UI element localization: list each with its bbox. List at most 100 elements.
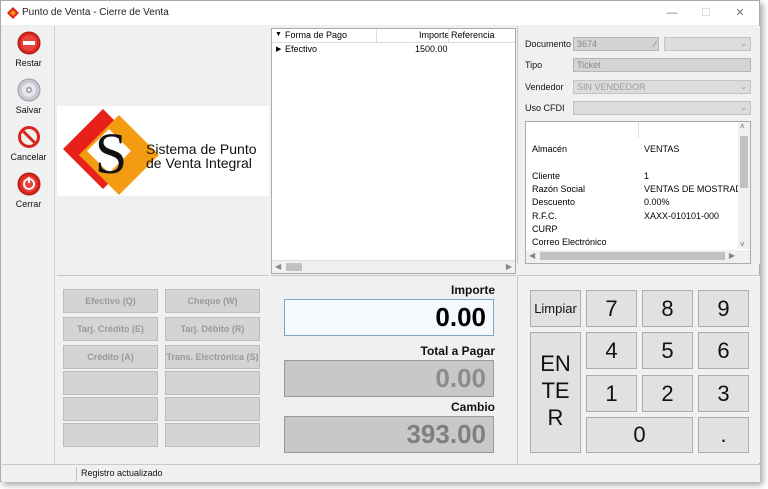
app-window: Punto de Venta - Cierre de Venta — ☐ ✕ R… [0, 0, 760, 482]
window-title: Punto de Venta - Cierre de Venta [22, 7, 169, 18]
rfc-value: XAXX-010101-000 [644, 211, 720, 221]
rfc-label: R.F.C. [532, 211, 558, 221]
column-divider [638, 122, 639, 138]
correo-label: Correo Electrónico [532, 237, 607, 247]
table-row[interactable]: ▶ Efectivo 1500.00 [272, 43, 515, 56]
importe-input[interactable]: 0.00 [284, 299, 494, 336]
no-sign-icon [17, 126, 40, 148]
vertical-scrollbar[interactable]: ˄ ˅ [738, 122, 750, 249]
app-logo-icon [7, 7, 19, 19]
title-bar: Punto de Venta - Cierre de Venta — ☐ ✕ [1, 1, 759, 25]
logo-line-2: de Venta Integral [146, 155, 252, 171]
sort-down-icon: ▼ [275, 31, 282, 38]
maximize-button[interactable]: ☐ [689, 1, 723, 25]
scroll-thumb[interactable] [540, 252, 725, 260]
scroll-up-icon[interactable]: ˄ [740, 122, 745, 131]
header-referencia[interactable]: Referencia [451, 30, 495, 40]
vendedor-label: Vendedor [525, 82, 564, 92]
enter-button[interactable]: EN TE R [530, 332, 581, 453]
tipo-field[interactable]: Ticket [573, 58, 751, 72]
key-1[interactable]: 1 [586, 375, 637, 412]
limpiar-button[interactable]: Limpiar [530, 290, 581, 327]
scroll-left-icon[interactable]: ◀ [275, 262, 281, 271]
empty-payment-button[interactable] [63, 423, 158, 447]
payment-methods-panel: Efectivo (Q) Cheque (W) Tarj. Crédito (E… [57, 275, 269, 463]
totals-panel: Importe 0.00 Total a Pagar 0.00 Cambio 3… [271, 275, 516, 463]
status-text: Registro actualizado [81, 468, 163, 478]
empty-payment-button[interactable] [63, 397, 158, 421]
scroll-right-icon[interactable]: ▶ [729, 251, 735, 260]
credito-button[interactable]: Crédito (A) [63, 345, 158, 369]
cheque-button[interactable]: Cheque (W) [165, 289, 260, 313]
logo-panel: S Sistema de Punto de Venta Integral [57, 26, 269, 274]
payments-grid[interactable]: ▼ Forma de Pago Importe Referencia ▶ Efe… [271, 28, 516, 274]
toolbar: Restar Salvar Cancelar Cerrar [2, 26, 55, 463]
scroll-thumb[interactable] [286, 263, 302, 271]
minus-circle-icon [17, 31, 40, 55]
key-8[interactable]: 8 [642, 290, 693, 327]
key-2[interactable]: 2 [642, 375, 693, 412]
documento-series-select[interactable]: ⌄ [664, 37, 751, 51]
horizontal-scrollbar[interactable]: ◀ ▶ [526, 250, 750, 263]
logo: S Sistema de Punto de Venta Integral [57, 106, 269, 196]
cancelar-label: Cancelar [10, 152, 47, 162]
key-3[interactable]: 3 [698, 375, 749, 412]
key-0[interactable]: 0 [586, 417, 693, 453]
edit-icon[interactable]: ∕ [654, 38, 656, 50]
empty-payment-button[interactable] [165, 397, 260, 421]
customer-details[interactable]: Almacén VENTAS Cliente 1 Razón Social VE… [525, 121, 751, 264]
salvar-label: Salvar [15, 105, 42, 115]
svg-text:S: S [95, 121, 127, 186]
key-5[interactable]: 5 [642, 332, 693, 369]
row-forma-pago[interactable]: Efectivo [285, 44, 317, 54]
header-importe[interactable]: Importe [419, 30, 450, 40]
restar-label: Restar [15, 58, 42, 68]
cerrar-button[interactable]: Cerrar [2, 172, 55, 209]
almacen-value: VENTAS [644, 144, 680, 154]
status-divider [76, 467, 77, 481]
total-a-pagar-value: 0.00 [284, 360, 494, 397]
column-divider [376, 29, 377, 43]
chevron-down-icon: ⌄ [740, 82, 747, 91]
key-7[interactable]: 7 [586, 290, 637, 327]
close-button[interactable]: ✕ [723, 1, 757, 25]
transferencia-electronica-button[interactable]: Trans. Electrónica (S) [165, 345, 260, 369]
efectivo-button[interactable]: Efectivo (Q) [63, 289, 158, 313]
header-forma-pago[interactable]: Forma de Pago [285, 30, 347, 40]
cliente-label: Cliente [532, 171, 561, 181]
documento-field[interactable]: 3674 ∕ [573, 37, 659, 51]
documento-value: 3674 [577, 39, 598, 49]
tarjeta-credito-button[interactable]: Tarj. Crédito (E) [63, 317, 158, 341]
grid-header: ▼ Forma de Pago Importe Referencia [272, 29, 515, 43]
uso-cfdi-select[interactable]: ⌄ [573, 101, 751, 115]
row-importe[interactable]: 1500.00 [415, 44, 448, 54]
salvar-button[interactable]: Salvar [2, 78, 55, 115]
key-decimal[interactable]: . [698, 417, 749, 453]
scroll-thumb[interactable] [740, 136, 748, 188]
restar-button[interactable]: Restar [2, 31, 55, 68]
tarjeta-debito-button[interactable]: Tarj. Débito (R) [165, 317, 260, 341]
empty-payment-button[interactable] [165, 423, 260, 447]
enter-label-line: R [547, 405, 564, 430]
scroll-left-icon[interactable]: ◀ [529, 251, 535, 260]
horizontal-scrollbar[interactable]: ◀ ▶ [272, 260, 515, 273]
key-9[interactable]: 9 [698, 290, 749, 327]
enter-label-line: TE [541, 378, 570, 403]
minimize-button[interactable]: — [655, 1, 689, 25]
empty-payment-button[interactable] [63, 371, 158, 395]
cliente-value: 1 [644, 171, 650, 181]
document-info-panel: Documento 3674 ∕ ⌄ Tipo Ticket Vendedor … [517, 26, 760, 264]
key-6[interactable]: 6 [698, 332, 749, 369]
empty-payment-button[interactable] [165, 371, 260, 395]
documento-label: Documento [525, 39, 572, 49]
vendedor-value: SIN VENDEDOR [577, 82, 646, 92]
key-4[interactable]: 4 [586, 332, 637, 369]
vendedor-select[interactable]: SIN VENDEDOR ⌄ [573, 80, 751, 94]
total-a-pagar-label: Total a Pagar [420, 344, 495, 358]
scroll-down-icon[interactable]: ˅ [740, 240, 745, 249]
scroll-right-icon[interactable]: ▶ [506, 262, 512, 271]
logo-text: Sistema de Punto de Venta Integral [146, 142, 257, 170]
descuento-value: 0.00% [644, 197, 670, 207]
cancelar-button[interactable]: Cancelar [2, 125, 55, 162]
razon-social-label: Razón Social [532, 184, 586, 194]
